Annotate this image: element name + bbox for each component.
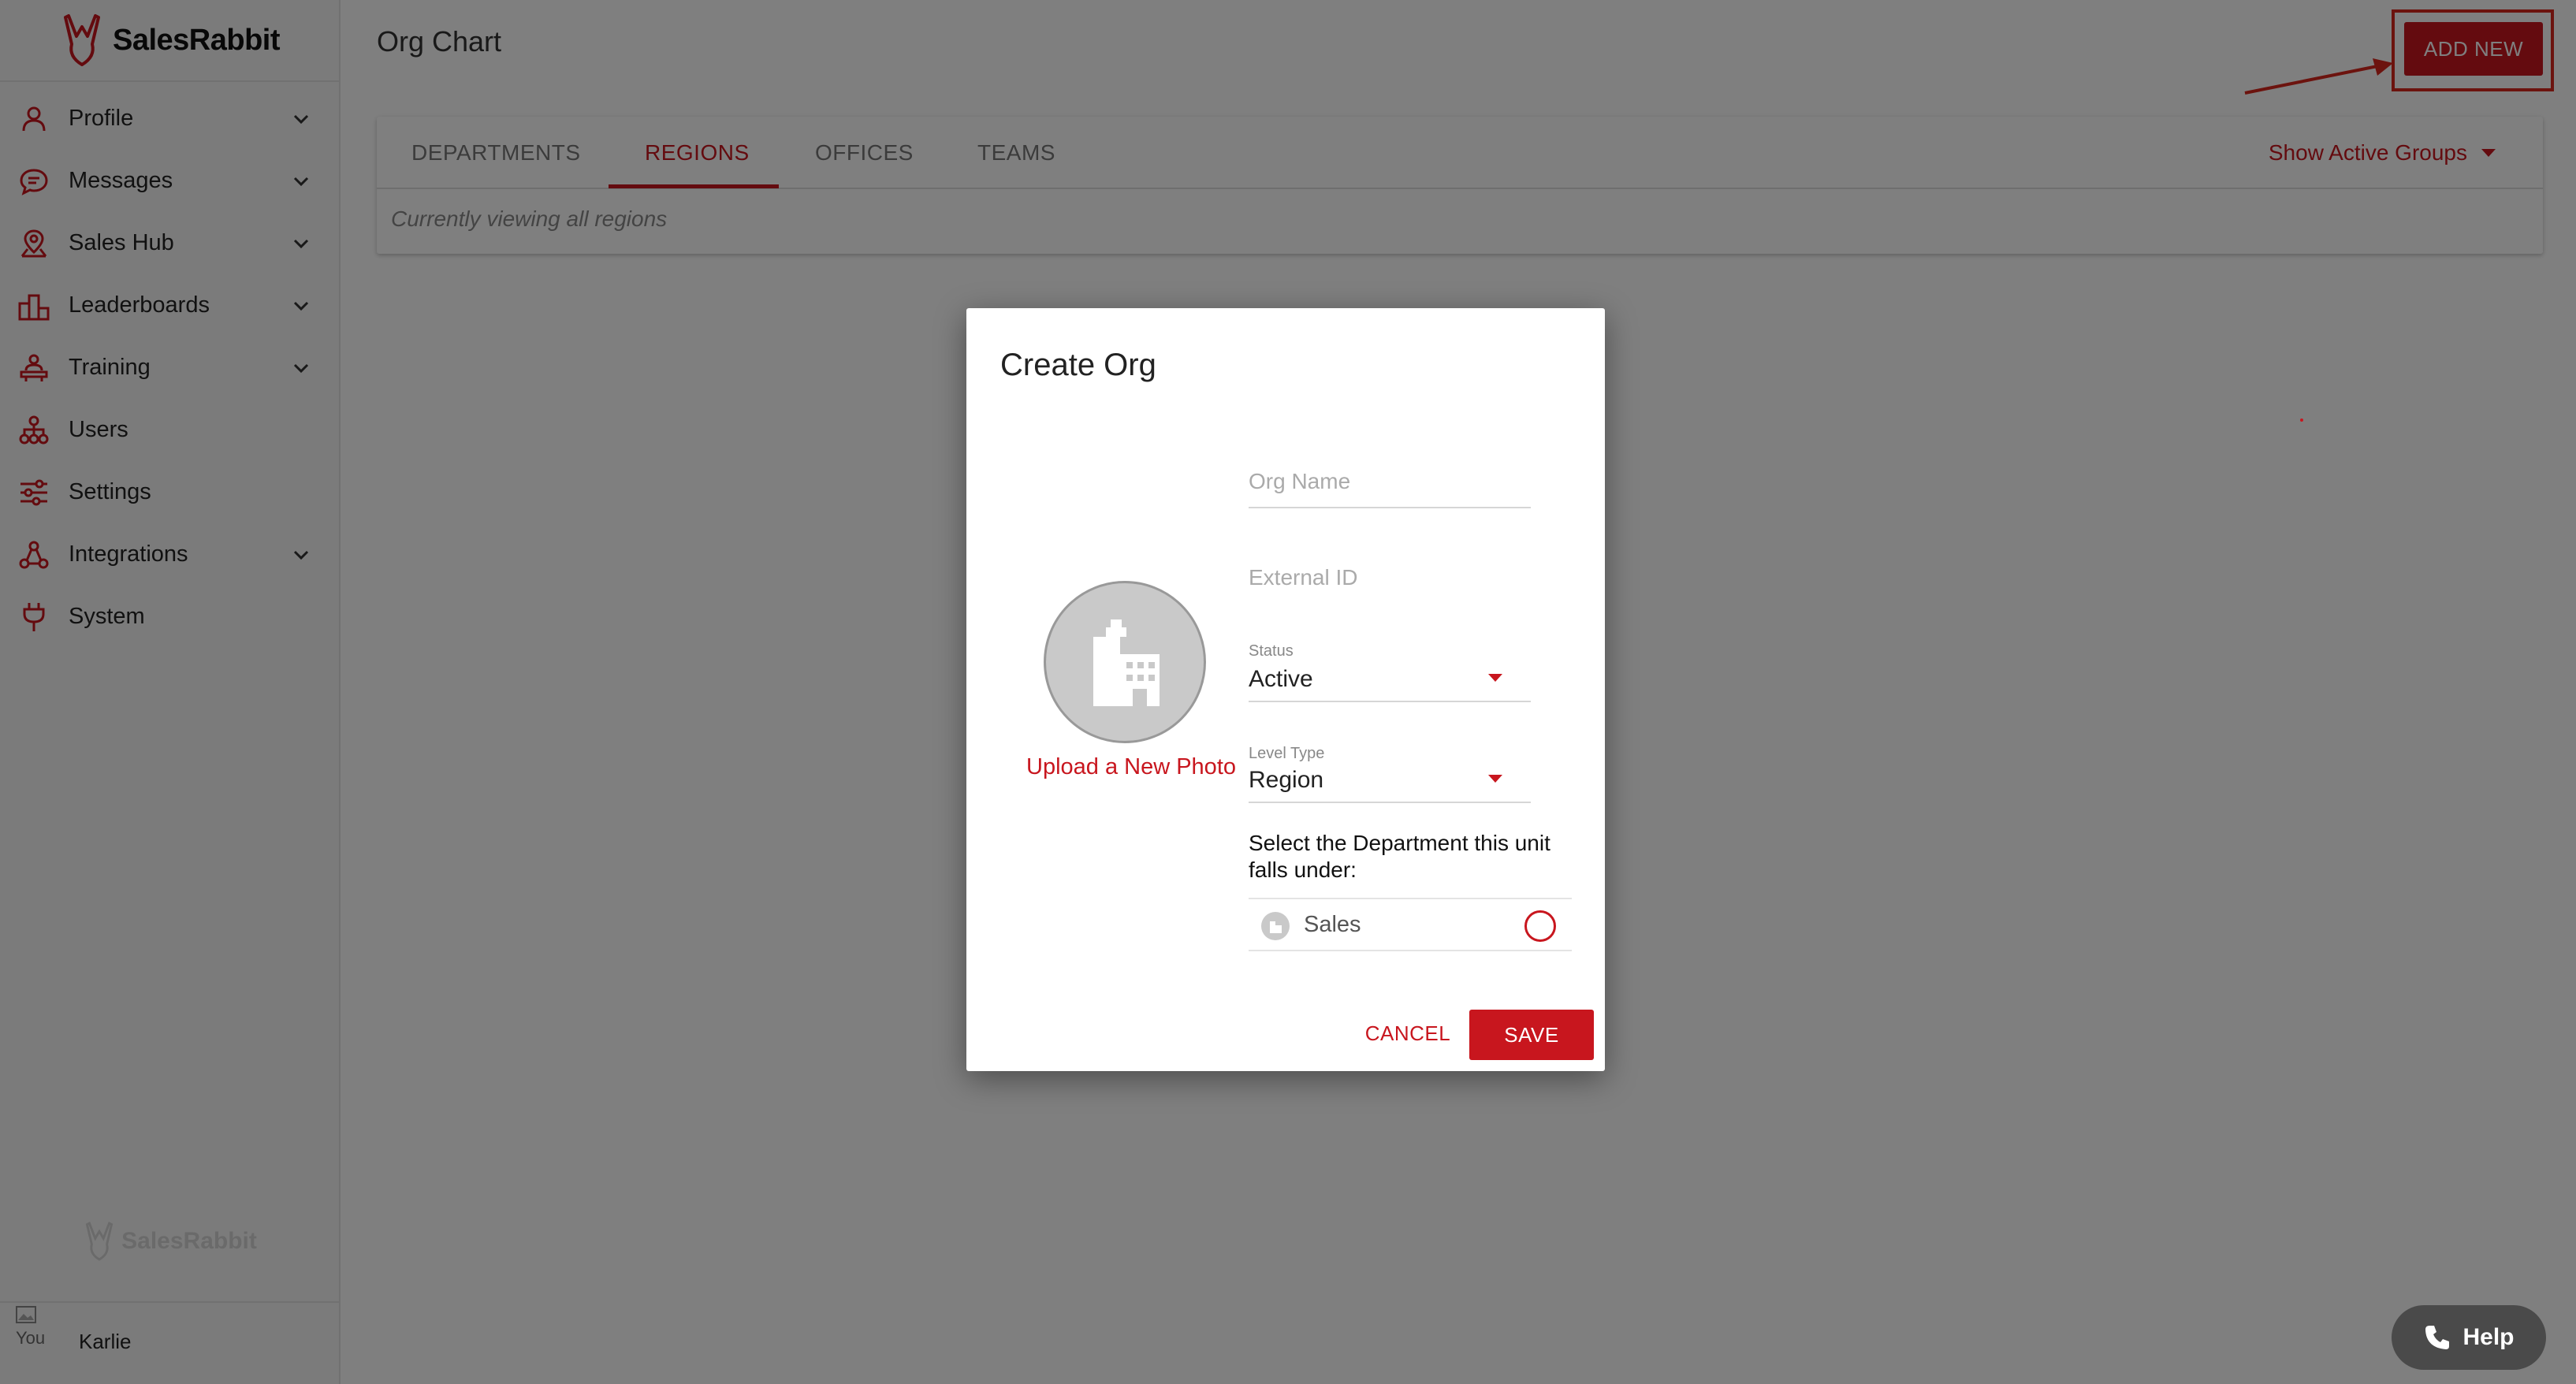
field-underline [1249,701,1531,702]
department-option-label: Sales [1304,912,1361,937]
cursor-dot [2300,419,2303,422]
caret-down-icon [1488,674,1502,682]
org-photo-placeholder[interactable] [1044,581,1206,743]
level-type-value: Region [1249,767,1324,793]
save-button[interactable]: SAVE [1469,1010,1594,1060]
building-icon [1261,912,1290,940]
help-label: Help [2462,1324,2515,1350]
caret-down-icon [1488,775,1502,783]
upload-photo-link[interactable]: Upload a New Photo [966,754,1266,780]
status-label: Status [1249,642,1294,660]
external-id-placeholder: External ID [1249,565,1358,590]
level-type-select[interactable]: Level Type Region [1249,745,1531,803]
status-value: Active [1249,666,1313,692]
cancel-button[interactable]: CANCEL [1361,1018,1455,1049]
field-underline [1249,802,1531,803]
building-icon [1093,619,1160,706]
create-org-dialog: Create Org Upload a New Photo Org Name E… [966,308,1605,1071]
status-select[interactable]: Status Active [1249,642,1531,702]
help-button[interactable]: Help [2392,1305,2546,1370]
org-name-field[interactable]: Org Name [1249,463,1531,508]
org-name-placeholder: Org Name [1249,469,1351,493]
dialog-title: Create Org [1000,348,1156,382]
external-id-field[interactable]: External ID [1249,562,1531,601]
department-question: Select the Department this unit falls un… [1249,831,1550,882]
department-radio[interactable] [1524,910,1556,942]
phone-icon [2425,1326,2450,1349]
department-option-sales[interactable]: Sales [1249,898,1572,951]
level-type-label: Level Type [1249,745,1325,762]
field-underline [1249,507,1531,508]
